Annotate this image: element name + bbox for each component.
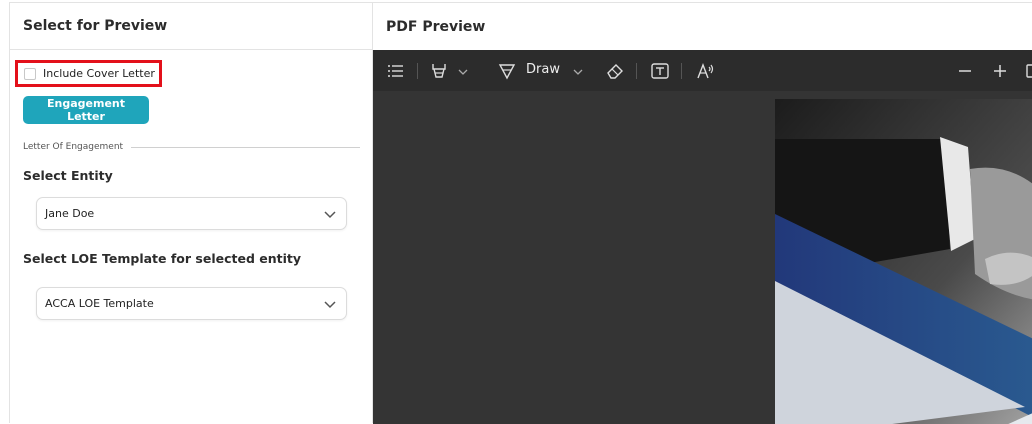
- fit-page-icon[interactable]: [1025, 61, 1032, 81]
- panel-title: Select for Preview: [10, 3, 372, 50]
- highlighter-icon[interactable]: [429, 61, 449, 81]
- pdf-page: [775, 99, 1032, 424]
- pdf-viewer-area[interactable]: [373, 91, 1032, 424]
- pdf-preview-panel: PDF Preview Draw: [373, 2, 1032, 424]
- preview-selection-panel: Select for Preview Include Cover Letter …: [9, 2, 373, 423]
- list-icon[interactable]: [386, 61, 406, 81]
- checkbox-label: Include Cover Letter: [43, 67, 155, 80]
- panel-title: PDF Preview: [386, 18, 486, 35]
- toolbar-separator: [417, 63, 418, 79]
- pdf-toolbar: Draw: [373, 50, 1032, 91]
- chevron-down-icon[interactable]: [571, 61, 585, 81]
- chevron-down-icon: [324, 211, 336, 219]
- checkbox-box[interactable]: [24, 67, 36, 80]
- zoom-out-icon[interactable]: [955, 61, 975, 81]
- template-select[interactable]: ACCA LOE Template: [36, 287, 347, 320]
- zoom-in-icon[interactable]: [990, 61, 1010, 81]
- eraser-icon[interactable]: [605, 61, 625, 81]
- toolbar-separator: [636, 63, 637, 79]
- chevron-down-icon: [324, 301, 336, 309]
- pen-icon[interactable]: [497, 61, 517, 81]
- cover-photo-image: [775, 99, 1032, 424]
- include-cover-letter-checkbox[interactable]: Include Cover Letter: [15, 60, 162, 87]
- section-label: Letter Of Engagement: [23, 142, 124, 152]
- toolbar-separator: [681, 63, 682, 79]
- template-select-value: ACCA LOE Template: [45, 297, 154, 310]
- chevron-down-icon[interactable]: [456, 61, 470, 81]
- section-divider: Letter Of Engagement: [23, 140, 360, 154]
- select-template-label: Select LOE Template for selected entity: [23, 251, 302, 266]
- divider-line: [131, 146, 360, 148]
- engagement-letter-button[interactable]: Engagement Letter: [23, 96, 149, 124]
- select-entity-label: Select Entity: [23, 168, 113, 183]
- entity-select[interactable]: Jane Doe: [36, 197, 347, 230]
- draw-label[interactable]: Draw: [526, 62, 560, 77]
- text-to-speech-icon[interactable]: [695, 61, 715, 81]
- entity-select-value: Jane Doe: [45, 207, 95, 220]
- text-box-icon[interactable]: [650, 61, 670, 81]
